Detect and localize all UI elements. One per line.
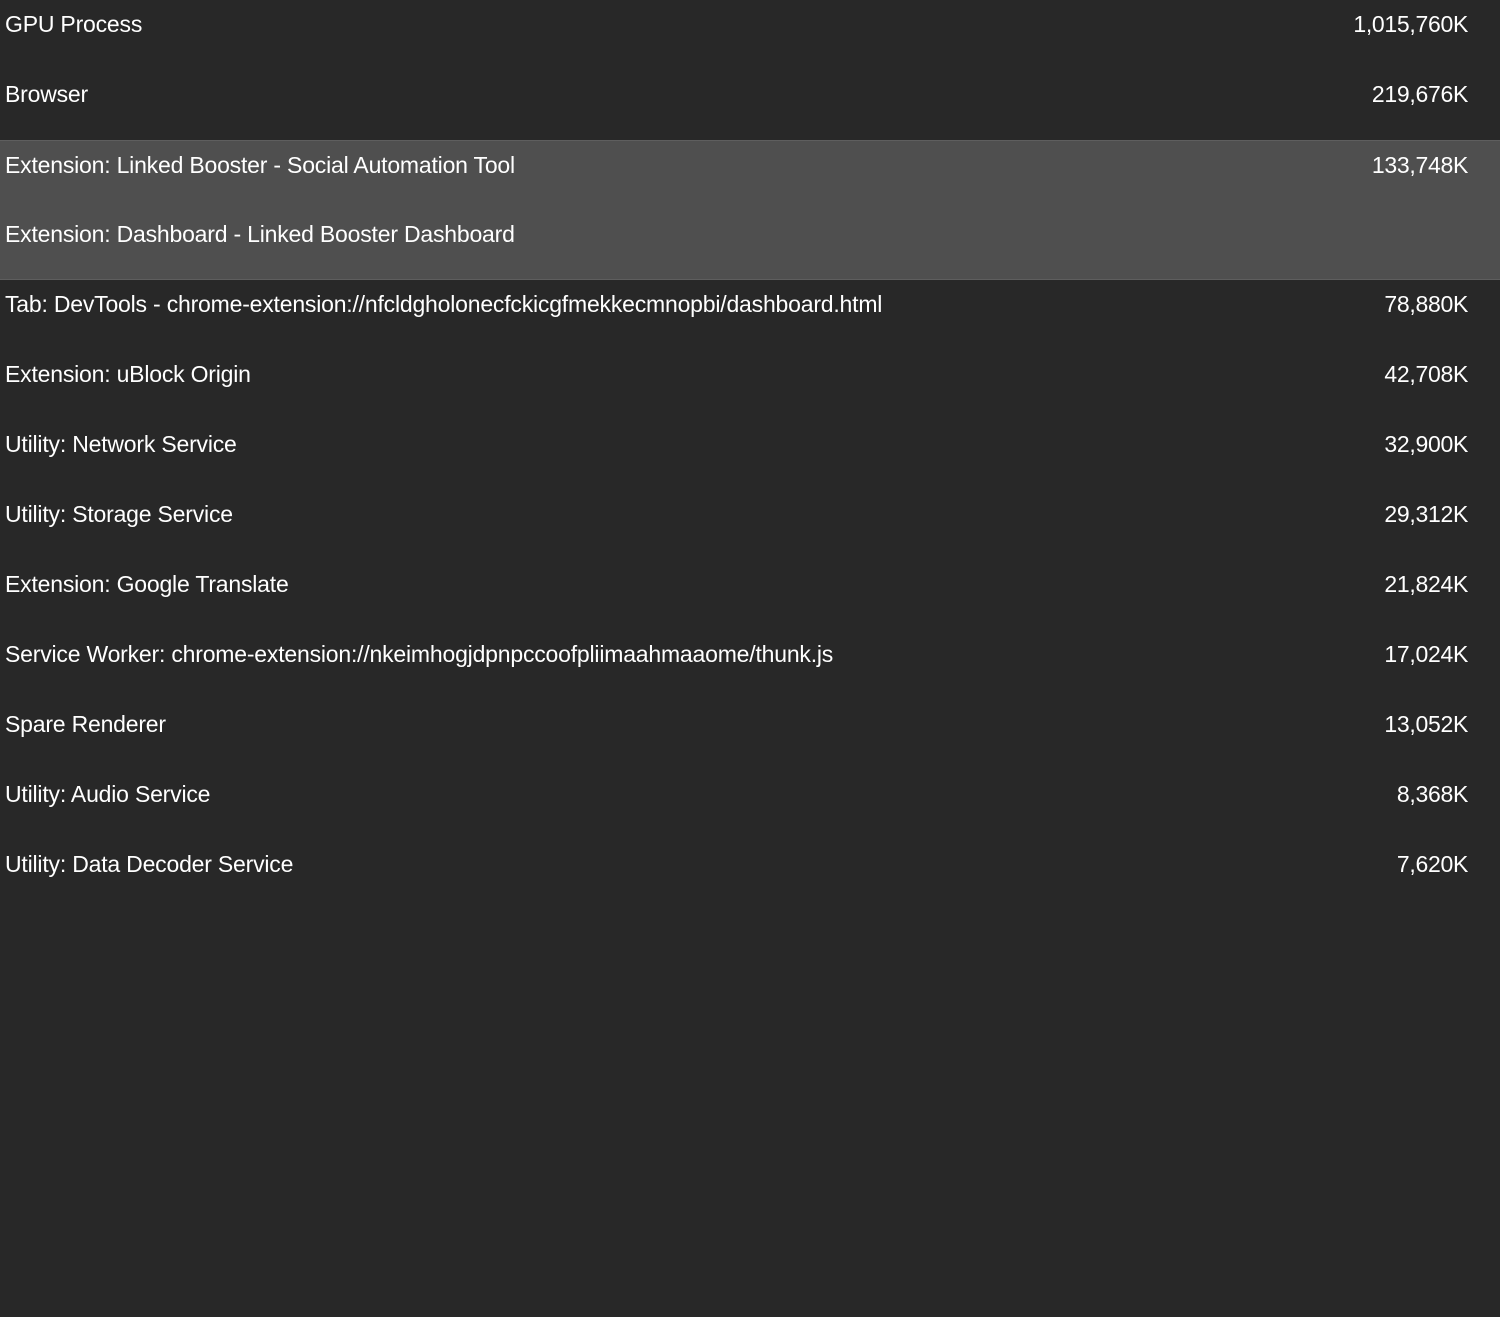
process-row[interactable]: Utility: Audio Service 8,368K bbox=[0, 770, 1500, 840]
process-memory: 8,368K bbox=[1396, 781, 1468, 807]
process-name: Browser bbox=[5, 81, 88, 107]
process-row[interactable]: Extension: Google Translate 21,824K bbox=[0, 560, 1500, 630]
process-row[interactable]: Utility: Storage Service 29,312K bbox=[0, 490, 1500, 560]
process-name: Extension: Linked Booster - Social Autom… bbox=[5, 152, 515, 178]
process-name: Extension: Google Translate bbox=[5, 571, 289, 597]
process-memory: 133,748K bbox=[1371, 152, 1468, 178]
process-memory: 13,052K bbox=[1384, 711, 1468, 737]
process-memory: 78,880K bbox=[1384, 291, 1468, 317]
task-manager-process-list: GPU Process 1,015,760K Browser 219,676K … bbox=[0, 0, 1500, 910]
process-memory: 7,620K bbox=[1396, 851, 1468, 877]
process-memory: 219,676K bbox=[1371, 81, 1468, 107]
process-name: Service Worker: chrome-extension://nkeim… bbox=[5, 641, 834, 667]
process-name: Spare Renderer bbox=[5, 711, 166, 737]
process-row[interactable]: Extension: uBlock Origin 42,708K bbox=[0, 350, 1500, 420]
process-name: Tab: DevTools - chrome-extension://nfcld… bbox=[5, 291, 883, 317]
process-name: Utility: Storage Service bbox=[5, 501, 233, 527]
process-row[interactable]: Service Worker: chrome-extension://nkeim… bbox=[0, 630, 1500, 700]
process-row[interactable]: Spare Renderer 13,052K bbox=[0, 700, 1500, 770]
process-row-selected[interactable]: Extension: Linked Booster - Social Autom… bbox=[0, 140, 1500, 210]
process-name: Utility: Data Decoder Service bbox=[5, 851, 294, 877]
process-memory: 21,824K bbox=[1384, 571, 1468, 597]
process-row[interactable]: Utility: Data Decoder Service 7,620K bbox=[0, 840, 1500, 910]
process-row-selected[interactable]: Extension: Dashboard - Linked Booster Da… bbox=[0, 210, 1500, 280]
process-row[interactable]: Tab: DevTools - chrome-extension://nfcld… bbox=[0, 280, 1500, 350]
process-name: GPU Process bbox=[5, 11, 143, 37]
process-memory: 17,024K bbox=[1384, 641, 1468, 667]
process-memory: 29,312K bbox=[1384, 501, 1468, 527]
process-name: Extension: uBlock Origin bbox=[5, 361, 251, 387]
process-memory: 32,900K bbox=[1384, 431, 1468, 457]
process-name: Extension: Dashboard - Linked Booster Da… bbox=[5, 221, 515, 247]
process-row[interactable]: Utility: Network Service 32,900K bbox=[0, 420, 1500, 490]
process-memory: 42,708K bbox=[1384, 361, 1468, 387]
process-row[interactable]: Browser 219,676K bbox=[0, 70, 1500, 140]
process-memory: 1,015,760K bbox=[1353, 11, 1468, 37]
process-name: Utility: Audio Service bbox=[5, 781, 211, 807]
process-row[interactable]: GPU Process 1,015,760K bbox=[0, 0, 1500, 70]
process-name: Utility: Network Service bbox=[5, 431, 237, 457]
